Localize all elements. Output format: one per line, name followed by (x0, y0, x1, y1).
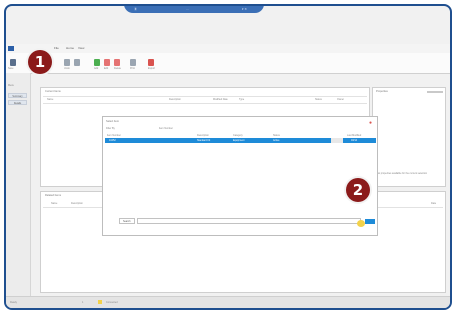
dlg-col-status[interactable]: Status (273, 134, 280, 137)
callout-badge-1: 1 (28, 50, 52, 74)
column-divider (43, 103, 367, 104)
undo-icon[interactable] (64, 59, 70, 66)
selected-table-row[interactable]: 10452 Standard Kit Equipment Active 03/1… (105, 138, 376, 143)
search-input[interactable] (137, 218, 361, 224)
status-icon (98, 300, 102, 304)
select-item-dialog: Select Item ● Filter By Item Number Item… (102, 116, 378, 236)
window-title-left: Ⓡ (134, 7, 138, 11)
cell-status: Active (273, 139, 280, 142)
ok-button[interactable] (365, 219, 375, 224)
properties-note: No properties available for the current … (377, 172, 428, 175)
cell-description: Standard Kit (197, 139, 211, 142)
tab-home[interactable]: Home (66, 46, 74, 50)
status-text: Ready (10, 301, 17, 304)
save-icon[interactable] (10, 59, 16, 66)
search-label-box: Search (119, 218, 135, 224)
current-items-header: Current Items (45, 90, 61, 93)
status-user: Connected (106, 301, 118, 304)
ribbon-label-add: Add (94, 67, 99, 70)
dlg-col-description[interactable]: Description (197, 134, 209, 137)
tab-file[interactable]: File (54, 46, 59, 50)
edit-icon[interactable] (104, 59, 110, 66)
ribbon-label-export: Export (148, 67, 155, 70)
left-navigation: Menu Summary Details (6, 73, 31, 298)
ribbon-label-delete: Delete (114, 67, 121, 70)
dialog-title: Select Item (106, 120, 119, 123)
related-items-header: Related Items (45, 194, 62, 197)
dlg-col-last-modified[interactable]: Last Modified (347, 134, 361, 137)
col-name[interactable]: Name (47, 98, 53, 101)
cell-last-modified: 03/14 (351, 139, 357, 142)
header-divider (43, 96, 367, 97)
window-titlebar: Ⓡ ··· ▾ ✕ (124, 6, 264, 13)
filter-value[interactable]: Item Number (159, 127, 173, 130)
ribbon-label-edit: Edit (104, 67, 109, 70)
redo-icon[interactable] (74, 59, 80, 66)
related-col-date[interactable]: Date (431, 202, 436, 205)
export-icon[interactable] (148, 59, 154, 66)
status-bar: Ready 1 Connected (6, 296, 450, 308)
col-type[interactable]: Type (239, 98, 244, 101)
add-icon[interactable] (94, 59, 100, 66)
delete-icon[interactable] (114, 59, 120, 66)
ribbon-label-save: Save (8, 67, 14, 70)
app-window: Ⓡ ··· ▾ ✕ File Home View Save Undo Add E… (4, 4, 452, 310)
tab-view[interactable]: View (78, 46, 84, 50)
window-title: ··· (186, 7, 189, 11)
properties-header: Properties (376, 90, 388, 93)
print-icon[interactable] (130, 59, 136, 66)
dlg-col-category[interactable]: Category (233, 134, 243, 137)
related-col-name[interactable]: Name (51, 202, 57, 205)
highlight-marker (357, 220, 365, 227)
ribbon-toolbar: Save Undo Add Edit Delete Print Export (6, 53, 450, 74)
cell-category: Equipment (233, 139, 245, 142)
cell-item-number: 10452 (109, 139, 116, 142)
col-description[interactable]: Description (169, 98, 181, 101)
nav-header: Menu (8, 84, 14, 87)
cell-chip (331, 138, 343, 143)
col-status[interactable]: Status (315, 98, 322, 101)
callout-badge-2: 2 (346, 178, 370, 202)
dlg-col-item-number[interactable]: Item Number (107, 134, 121, 137)
dialog-close-icon[interactable]: ● (369, 120, 372, 126)
related-col-description[interactable]: Description (71, 202, 83, 205)
nav-item-details[interactable]: Details (8, 100, 27, 105)
panel-dots-icon[interactable] (427, 91, 443, 93)
properties-panel: Properties No properties available for t… (372, 87, 446, 187)
window-controls[interactable]: ▾ ✕ (242, 7, 247, 11)
nav-item-summary[interactable]: Summary (8, 93, 27, 98)
app-logo-icon (8, 46, 14, 51)
ribbon-label-undo: Undo (64, 67, 70, 70)
ribbon-label-print: Print (130, 67, 135, 70)
col-owner[interactable]: Owner (337, 98, 344, 101)
col-modified[interactable]: Modified Date (213, 98, 228, 101)
status-page: 1 (82, 301, 84, 304)
filter-label: Filter By (106, 127, 115, 130)
